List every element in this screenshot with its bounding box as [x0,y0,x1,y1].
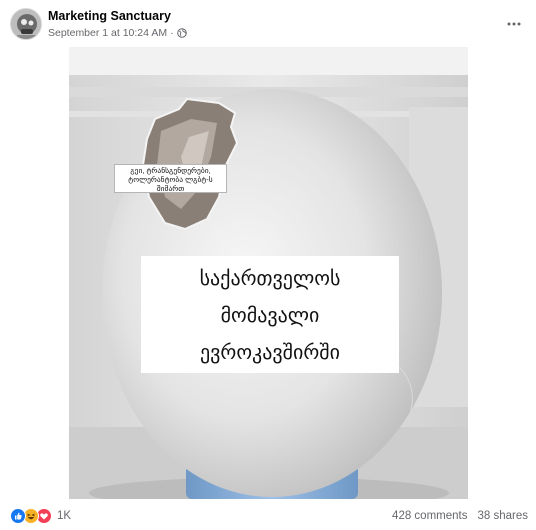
more-horizontal-icon [507,22,521,26]
meta-separator: · [170,27,174,39]
like-icon [10,508,26,524]
globe-icon [176,28,187,38]
engagement-stats: 428 comments 38 shares [392,510,528,522]
reactions-summary[interactable]: 1K [10,508,71,524]
page-avatar[interactable] [10,8,42,40]
avatar-image [11,9,41,39]
author-name[interactable]: Marketing Sanctuary [48,9,171,23]
post-footer: 1K 428 comments 38 shares [0,501,536,530]
image-small-caption: გეი, ტრანსგენდერები, ტოლერანტობა ლგბტ-ს … [114,164,227,193]
main-caption-line-3: ევროკავშირში [200,340,340,364]
post-meta: September 1 at 10:24 AM · [48,27,187,39]
shares-count-link[interactable]: 38 shares [477,510,528,522]
main-caption-line-1: საქართველოს [199,266,341,290]
reaction-count: 1K [57,510,72,522]
more-options-button[interactable] [502,12,526,36]
image-main-caption: საქართველოს მომავალი ევროკავშირში [141,256,399,373]
post-header: Marketing Sanctuary September 1 at 10:24… [0,0,536,48]
post-timestamp[interactable]: September 1 at 10:24 AM [48,27,167,39]
comments-count-link[interactable]: 428 comments [392,510,467,522]
main-caption-line-2: მომავალი [220,303,320,327]
